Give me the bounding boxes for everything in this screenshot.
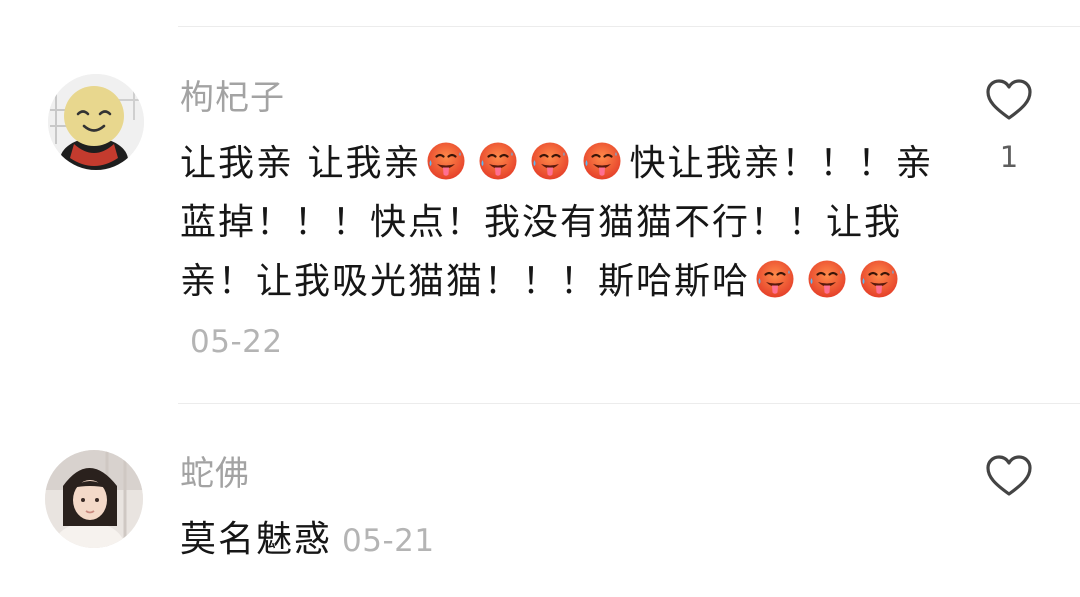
hot-face-emoji-icon (582, 141, 622, 181)
hot-face-emoji-icon (807, 259, 847, 299)
hot-face-emoji-icon (859, 259, 899, 299)
comment-text: 莫名魅惑 05-21 (180, 510, 940, 571)
comment-date: 05-22 (190, 324, 283, 360)
like-button[interactable] (985, 454, 1033, 498)
avatar[interactable] (45, 450, 143, 548)
like-count: 1 (999, 140, 1019, 174)
comment-text: 让我亲 让我亲 快让我亲！！！亲蓝掉！！！快点！我没有猫猫不行！！让我亲！让我吸光… (180, 134, 940, 372)
comment-divider (178, 403, 1080, 404)
heart-outline-icon (986, 79, 1032, 120)
smiley-avatar-icon (48, 74, 144, 170)
comment-username[interactable]: 蛇佛 (180, 454, 250, 494)
hot-face-emoji-icon (755, 259, 795, 299)
like-button[interactable] (985, 78, 1033, 122)
hot-face-emoji-icon (530, 141, 570, 181)
hot-face-emoji-icon (478, 141, 518, 181)
comment-text-part: 莫名魅惑 (180, 519, 333, 560)
comment-username[interactable]: 枸杞子 (180, 78, 285, 118)
hot-face-emoji-icon (426, 141, 466, 181)
photo-avatar-icon (45, 450, 143, 548)
top-divider (178, 26, 1080, 27)
comment-text-part: 让我亲 让我亲 (180, 143, 422, 184)
avatar[interactable] (48, 74, 144, 170)
comment-date: 05-21 (342, 523, 435, 559)
heart-outline-icon (986, 455, 1032, 496)
